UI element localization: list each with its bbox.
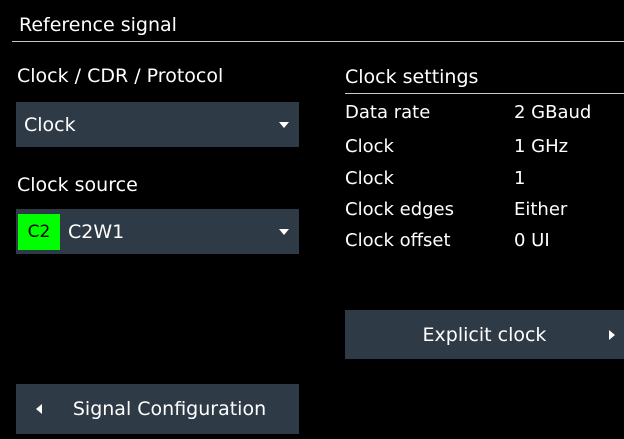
clock-source-dropdown[interactable]: C2 C2W1	[16, 209, 299, 254]
caret-down-icon	[279, 228, 289, 235]
section-divider	[12, 41, 624, 42]
channel-badge: C2	[18, 213, 60, 250]
explicit-clock-button[interactable]: Explicit clock	[345, 310, 624, 359]
section-title: Reference signal	[19, 14, 177, 36]
setting-value: 2 GBaud	[514, 102, 592, 123]
setting-label: Clock edges	[345, 199, 455, 220]
setting-label: Clock	[345, 136, 394, 157]
arrow-right-icon	[609, 330, 615, 340]
clock-mode-dropdown[interactable]: Clock	[16, 102, 299, 147]
caret-down-icon	[279, 121, 289, 128]
setting-value: 0 UI	[514, 230, 550, 251]
clock-settings-title: Clock settings	[345, 66, 479, 88]
setting-label: Clock offset	[345, 230, 451, 251]
setting-label: Clock	[345, 168, 394, 189]
signal-configuration-button[interactable]: Signal Configuration	[16, 384, 299, 434]
setting-value: 1 GHz	[514, 136, 569, 157]
clock-mode-value: Clock	[24, 113, 76, 136]
clock-mode-label: Clock / CDR / Protocol	[17, 65, 224, 87]
arrow-left-icon	[36, 404, 42, 414]
setting-value: 1	[514, 168, 526, 189]
signal-configuration-label: Signal Configuration	[72, 398, 267, 420]
clock-source-value: C2W1	[68, 220, 125, 243]
setting-label: Data rate	[345, 102, 431, 123]
explicit-clock-label: Explicit clock	[422, 323, 547, 346]
clock-source-label: Clock source	[17, 174, 138, 196]
reference-signal-panel: Reference signal Clock / CDR / Protocol …	[0, 0, 624, 439]
setting-value: Either	[514, 199, 568, 220]
clock-settings-divider	[345, 93, 624, 94]
